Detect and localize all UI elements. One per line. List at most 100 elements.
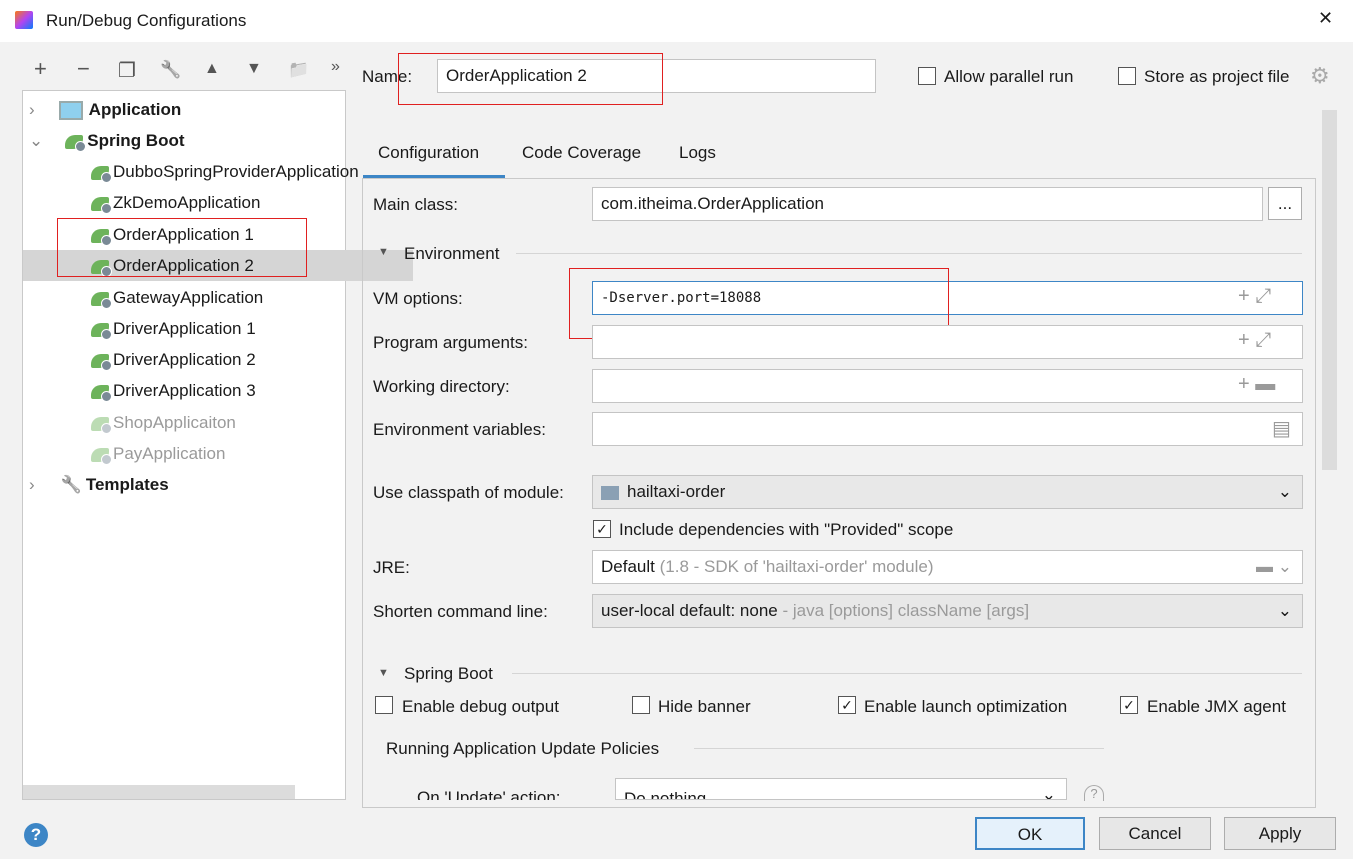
jre-hint: (1.8 - SDK of 'hailtaxi-order' module) [659, 557, 934, 576]
chevron-down-icon: ⌄ [1277, 601, 1292, 620]
more-icon[interactable]: » [331, 58, 340, 76]
on-update-select[interactable]: Do nothing ⌄ [615, 778, 1067, 800]
spring-boot-icon [91, 384, 112, 402]
browse-main-class-button[interactable]: ... [1268, 187, 1302, 220]
working-directory-input[interactable] [592, 369, 1303, 403]
shorten-command-line-label: Shorten command line: [373, 602, 548, 621]
tree-item-label: ShopApplicaiton [113, 413, 236, 432]
folder-icon[interactable]: + ▬ [1238, 373, 1275, 396]
spring-boot-icon [91, 196, 112, 214]
tree-group-label: Application [88, 100, 182, 119]
tree-item[interactable]: ZkDemoApplication [23, 187, 413, 218]
allow-parallel-checkbox[interactable] [918, 67, 936, 85]
main-class-label: Main class: [373, 195, 459, 214]
spring-boot-icon [91, 447, 112, 465]
section-divider [516, 253, 1302, 254]
copy-icon[interactable]: ❐ [118, 58, 136, 83]
spring-boot-icon [91, 416, 112, 434]
include-dependencies-checkbox[interactable]: ✓ [593, 520, 611, 538]
shorten-command-line-select[interactable]: user-local default: none - java [options… [592, 594, 1303, 628]
gear-icon[interactable]: ⚙ [1310, 63, 1330, 89]
document-icon[interactable]: ▤ [1272, 416, 1291, 441]
expand-icon[interactable]: + ⤢ [1238, 329, 1271, 352]
tree-item[interactable]: DriverApplication 1 [23, 313, 413, 344]
spring-boot-icon [91, 291, 112, 309]
jre-label: JRE: [373, 558, 410, 577]
tree-item[interactable]: PayApplication [23, 438, 413, 469]
remove-icon[interactable]: − [77, 56, 90, 82]
hide-banner-label: Hide banner [658, 697, 751, 716]
chevron-right-icon: › [29, 475, 35, 494]
expand-icon[interactable]: + ⤢ [1238, 285, 1271, 308]
configuration-tree[interactable]: › Application ⌄ Spring Boot DubboSpringPro… [22, 90, 413, 800]
chevron-down-icon: ⌄ [29, 131, 44, 150]
classpath-module-value: hailtaxi-order [627, 482, 726, 501]
tree-item-label: DubboSpringProviderApplication [113, 162, 359, 181]
cancel-button[interactable]: Cancel [1099, 817, 1211, 850]
jre-select[interactable]: Default (1.8 - SDK of 'hailtaxi-order' m… [592, 550, 1303, 584]
section-divider [512, 673, 1302, 674]
collapse-icon[interactable]: ▼ [378, 246, 389, 258]
tab-configuration[interactable]: Configuration [378, 141, 479, 165]
tree-item-label: ZkDemoApplication [113, 193, 261, 212]
spring-boot-icon [91, 165, 112, 183]
environment-section-title: Environment [404, 244, 500, 263]
intellij-logo-icon [15, 11, 33, 29]
help-icon[interactable]: ? [1084, 785, 1104, 801]
environment-variables-input[interactable] [592, 412, 1303, 446]
tree-item-label: DriverApplication 3 [113, 381, 256, 400]
apply-button[interactable]: Apply [1224, 817, 1336, 850]
classpath-module-select[interactable]: hailtaxi-order ⌄ [592, 475, 1303, 509]
add-icon[interactable]: + [34, 56, 47, 82]
launch-optimization-checkbox[interactable]: ✓ [838, 696, 856, 714]
spring-boot-icon [91, 353, 112, 371]
highlight-box [398, 53, 663, 105]
program-arguments-input[interactable] [592, 325, 1303, 359]
tree-group-templates[interactable]: › 🔧 Templates [23, 469, 345, 500]
jmx-agent-label: Enable JMX agent [1147, 697, 1286, 716]
window-title: Run/Debug Configurations [46, 11, 247, 30]
tree-item[interactable]: DriverApplication 2 [23, 344, 413, 375]
move-up-icon[interactable]: ▲ [204, 60, 220, 78]
application-icon [58, 101, 83, 121]
tree-group-application[interactable]: › Application [23, 94, 345, 125]
wrench-icon: 🔧 [60, 475, 82, 494]
help-button[interactable]: ? [24, 823, 48, 847]
tree-item[interactable]: GatewayApplication [23, 282, 413, 313]
allow-parallel-label: Allow parallel run [944, 67, 1074, 86]
spring-boot-icon [91, 322, 112, 340]
tree-item[interactable]: ShopApplicaiton [23, 407, 413, 438]
include-dependencies-label: Include dependencies with "Provided" sco… [619, 520, 954, 539]
on-update-value: Do nothing [624, 789, 707, 800]
new-folder-icon[interactable]: 📁 [288, 60, 309, 80]
horizontal-scrollbar[interactable] [23, 785, 295, 799]
close-button[interactable]: ✕ [1318, 8, 1333, 29]
hide-banner-checkbox[interactable] [632, 696, 650, 714]
on-update-label: On 'Update' action: [417, 788, 561, 800]
tree-item[interactable]: DubboSpringProviderApplication [23, 156, 413, 187]
main-class-input[interactable]: com.itheima.OrderApplication [592, 187, 1263, 221]
store-project-checkbox[interactable] [1118, 67, 1136, 85]
title-bar: Run/Debug Configurations ✕ [0, 0, 1353, 42]
launch-optimization-label: Enable launch optimization [864, 697, 1068, 716]
highlight-box [57, 218, 307, 277]
tab-logs[interactable]: Logs [679, 141, 716, 165]
vm-options-label: VM options: [373, 289, 463, 308]
program-arguments-label: Program arguments: [373, 333, 528, 352]
debug-output-checkbox[interactable] [375, 696, 393, 714]
tree-item[interactable]: DriverApplication 3 [23, 375, 413, 406]
ok-button[interactable]: OK [975, 817, 1085, 850]
vertical-scrollbar[interactable] [1322, 110, 1337, 470]
tree-group-spring-boot[interactable]: ⌄ Spring Boot [23, 125, 345, 156]
collapse-icon[interactable]: ▼ [378, 667, 389, 679]
wrench-icon[interactable]: 🔧 [160, 60, 181, 80]
move-down-icon[interactable]: ▼ [246, 60, 262, 78]
jmx-agent-checkbox[interactable]: ✓ [1120, 696, 1138, 714]
module-folder-icon [601, 485, 619, 500]
tree-item-label: GatewayApplication [113, 288, 264, 307]
chevron-right-icon: › [29, 100, 35, 119]
tab-code-coverage[interactable]: Code Coverage [522, 141, 641, 165]
shorten-value: user-local default: none [601, 601, 778, 620]
working-directory-label: Working directory: [373, 377, 510, 396]
environment-variables-label: Environment variables: [373, 420, 546, 439]
